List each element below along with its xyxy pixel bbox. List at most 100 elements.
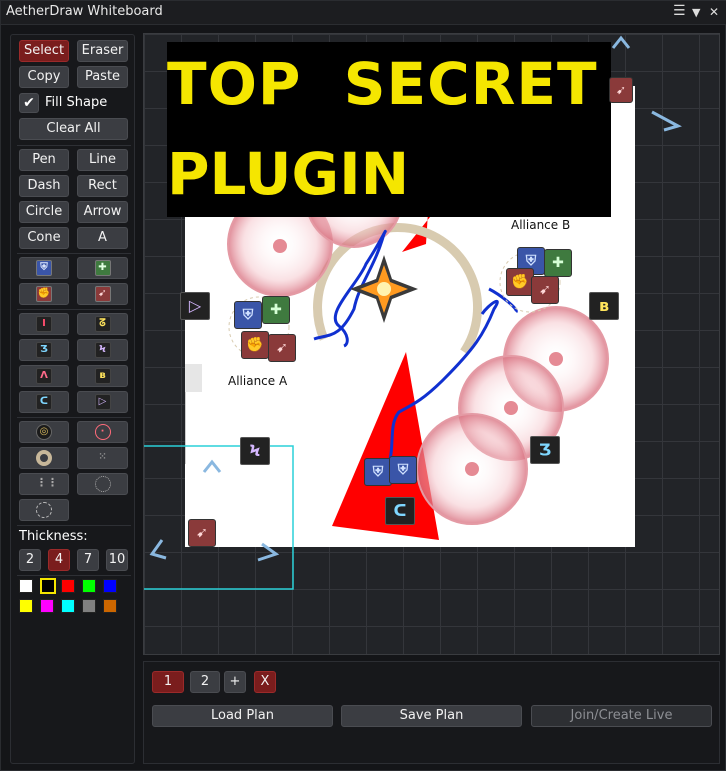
paste-button[interactable]: Paste (77, 66, 128, 88)
divider (17, 145, 131, 146)
delete-page-button[interactable]: X (254, 671, 276, 693)
proximity-icon-button[interactable]: ⁙ (77, 447, 128, 469)
collapse-icon[interactable]: ▼ (692, 6, 700, 19)
color-swatch[interactable] (103, 599, 117, 613)
thickness-10-button[interactable]: 10 (106, 549, 128, 571)
tank-token[interactable]: ⛨ (234, 301, 262, 329)
color-swatch[interactable] (19, 599, 33, 613)
pen-button[interactable]: Pen (19, 149, 69, 171)
ranged-token[interactable]: ➹ (188, 519, 216, 547)
close-icon[interactable]: ✕ (709, 5, 719, 19)
donut-icon-button[interactable] (19, 447, 69, 469)
melee-icon-button[interactable]: ✊ (19, 283, 69, 305)
boss-icon (350, 255, 418, 323)
stack-icon-button[interactable]: ◎ (19, 421, 69, 443)
healer-cross-icon: ✚ (270, 302, 282, 318)
alliance-b-label: Alliance B (511, 218, 571, 232)
color-swatch[interactable] (61, 599, 75, 613)
ranged-bow-icon: ➹ (615, 83, 627, 97)
ranged-token[interactable]: ➹ (268, 334, 296, 362)
healer-cross-icon: ✚ (552, 255, 564, 271)
line-button[interactable]: Line (77, 149, 128, 171)
melee-token[interactable]: ✊ (506, 268, 534, 296)
spread-icon-button[interactable]: · (77, 421, 128, 443)
ranged-bow-icon: ➹ (276, 340, 288, 356)
ranged-bow-icon: ➹ (94, 286, 111, 302)
rotate-icon-button[interactable] (19, 499, 69, 521)
eraser-button[interactable]: Eraser (77, 40, 128, 62)
marker-1-button[interactable]: Ⅰ (19, 313, 69, 335)
tank-token[interactable]: ⛨ (389, 456, 417, 484)
divider (17, 575, 131, 576)
arrow-button[interactable]: Arrow (77, 201, 128, 223)
spread-target-icon: · (94, 424, 111, 440)
ranged-bow-icon: ➹ (539, 282, 551, 298)
thickness-2-button[interactable]: 2 (19, 549, 41, 571)
line-stack-icon-button[interactable]: ⋮⋮ (19, 473, 69, 495)
rect-button[interactable]: Rect (77, 175, 128, 197)
ring-dots-icon-button[interactable] (77, 473, 128, 495)
save-plan-button[interactable]: Save Plan (341, 705, 522, 727)
color-swatch[interactable] (82, 599, 96, 613)
thickness-label: Thickness: (19, 529, 88, 544)
melee-token[interactable]: ✊ (241, 331, 269, 359)
healer-token[interactable]: ✚ (262, 296, 290, 324)
color-swatch[interactable] (61, 579, 75, 593)
melee-fist-icon: ✊ (246, 337, 264, 353)
fill-shape-label: Fill Shape (45, 95, 108, 110)
clear-all-button[interactable]: Clear All (19, 118, 128, 140)
waymark-c-icon[interactable]: ᑕ (385, 497, 415, 525)
check-icon: ✔ (23, 95, 35, 111)
waymark-4-icon[interactable]: Ϟ (240, 437, 270, 465)
title-bar[interactable]: AetherDraw Whiteboard ☰ ▼ ✕ (1, 1, 726, 25)
marker-b-button[interactable]: ʙ (77, 365, 128, 387)
marker-b-icon: ʙ (94, 368, 111, 384)
healer-icon-button[interactable]: ✚ (77, 257, 128, 279)
color-swatch[interactable] (82, 579, 96, 593)
copy-button[interactable]: Copy (19, 66, 69, 88)
load-plan-button[interactable]: Load Plan (152, 705, 333, 727)
cyan-rectangle (144, 445, 294, 590)
select-button[interactable]: Select (19, 40, 69, 62)
divider (17, 525, 131, 526)
marker-3-icon: Ʒ (36, 342, 52, 358)
marker-d-button[interactable]: ▷ (77, 391, 128, 413)
color-swatch[interactable] (103, 579, 117, 593)
cone-button[interactable]: Cone (19, 227, 69, 249)
marker-2-button[interactable]: ᘔ (77, 313, 128, 335)
tool-panel: Select Eraser Copy Paste ✔ Fill Shape Cl… (10, 34, 135, 764)
shield-icon: ⛨ (242, 307, 254, 323)
page-2-button[interactable]: 2 (190, 671, 220, 693)
thickness-7-button[interactable]: 7 (77, 549, 99, 571)
ranged-token[interactable]: ➹ (531, 276, 559, 304)
tank-token[interactable]: ⛨ (364, 458, 392, 486)
waymark-b-icon[interactable]: ʙ (589, 292, 619, 320)
tank-icon-button[interactable]: ⛨ (19, 257, 69, 279)
circle-button[interactable]: Circle (19, 201, 69, 223)
menu-icon[interactable]: ☰ (673, 3, 686, 19)
marker-c-button[interactable]: ᑕ (19, 391, 69, 413)
ranged-token[interactable]: ➹ (609, 77, 633, 103)
page-1-button[interactable]: 1 (152, 671, 184, 693)
fill-shape-checkbox[interactable]: ✔ (19, 93, 39, 113)
color-swatch[interactable] (40, 578, 56, 594)
marker-3-button[interactable]: Ʒ (19, 339, 69, 361)
marker-a-button[interactable]: Λ (19, 365, 69, 387)
waymark-3-icon[interactable]: Ʒ (530, 436, 560, 464)
marker-4-button[interactable]: Ϟ (77, 339, 128, 361)
marker-c-icon: ᑕ (36, 394, 52, 410)
thickness-4-button[interactable]: 4 (48, 549, 70, 571)
waymark-d-icon[interactable]: ▷ (180, 292, 210, 320)
text-button[interactable]: A (77, 227, 128, 249)
color-swatch[interactable] (19, 579, 33, 593)
color-swatch[interactable] (40, 599, 54, 613)
join-live-button[interactable]: Join/Create Live (531, 705, 712, 727)
add-page-button[interactable]: + (224, 671, 246, 693)
whiteboard-canvas[interactable]: TOP SECRET PLUGIN Alliance A Alliance B … (143, 33, 720, 655)
dash-button[interactable]: Dash (19, 175, 69, 197)
aetherdraw-window: AetherDraw Whiteboard ☰ ▼ ✕ Select Erase… (0, 0, 726, 771)
marker-a-icon: Λ (36, 368, 52, 384)
healer-token[interactable]: ✚ (544, 249, 572, 277)
ranged-icon-button[interactable]: ➹ (77, 283, 128, 305)
marker-2-icon: ᘔ (94, 316, 111, 332)
